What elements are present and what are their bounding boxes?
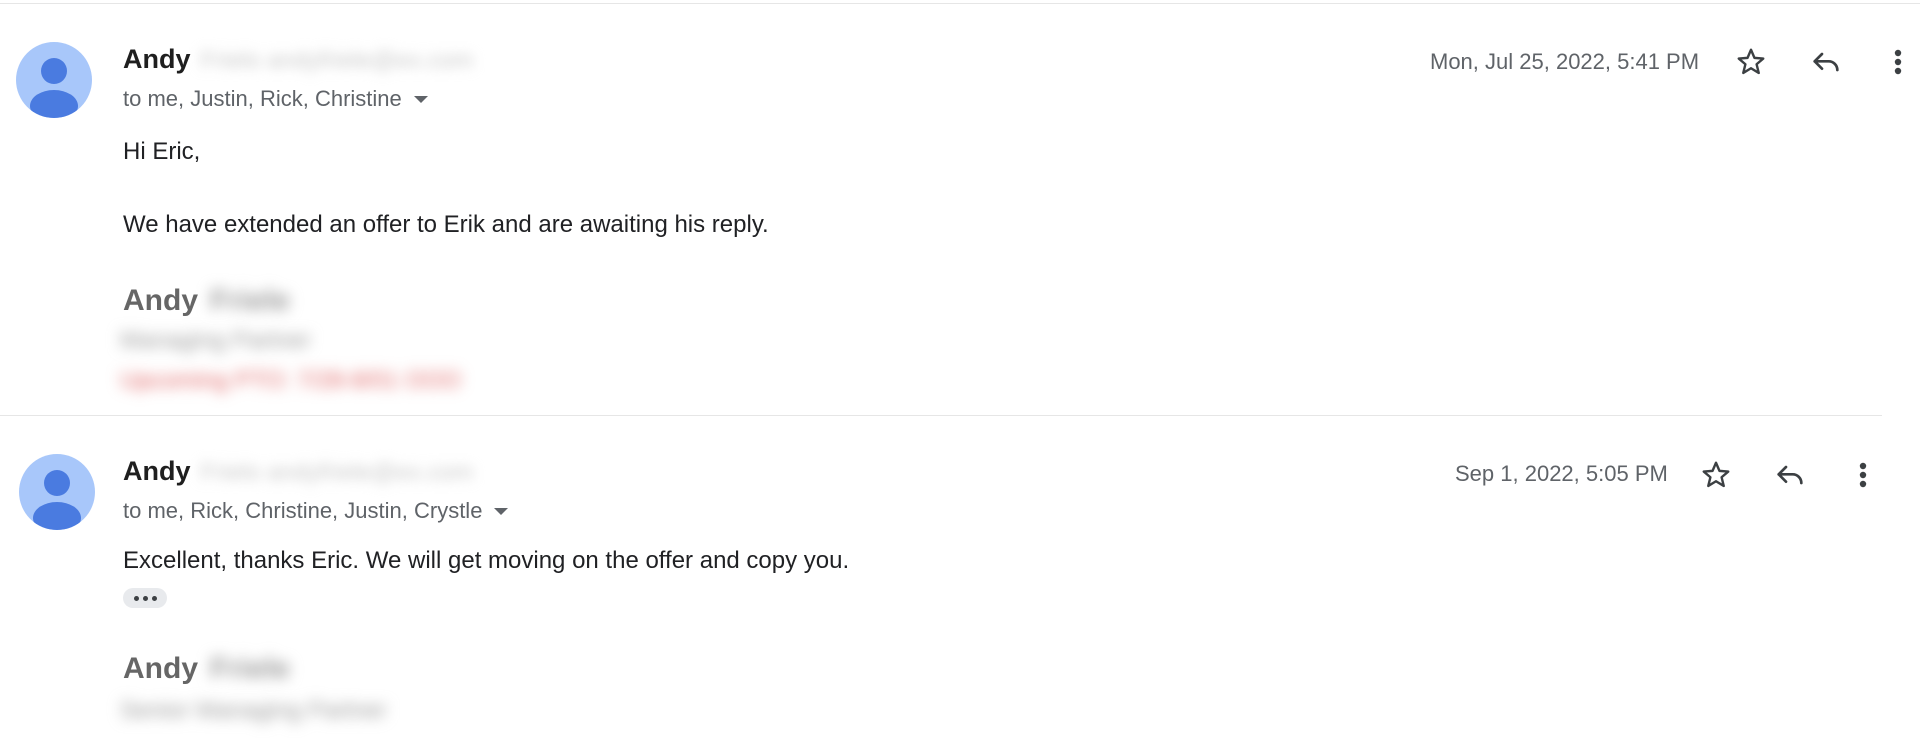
recipients-text: to me, Justin, Rick, Christine <box>123 86 402 111</box>
signature-first-name: Andy <box>123 652 198 685</box>
sender-email-redacted: Frielo andyfriele@ex.com <box>200 459 473 486</box>
email-message-1: Andy Frielo andyfriele@ex.com to me, Jus… <box>0 0 1920 416</box>
message-body-greeting: Hi Eric, <box>123 138 201 165</box>
sender[interactable]: Andy Frielo andyfriele@ex.com <box>123 44 473 75</box>
recipients-text: to me, Rick, Christine, Justin, Crystle <box>123 498 483 523</box>
star-icon[interactable] <box>1729 40 1773 84</box>
more-vert-icon[interactable] <box>1845 453 1881 497</box>
signature-first-name: Andy <box>123 284 198 317</box>
chevron-down-icon[interactable] <box>494 507 509 515</box>
message-timestamp: Mon, Jul 25, 2022, 5:41 PM <box>1430 49 1700 74</box>
sender[interactable]: Andy Frielo andyfriele@ex.com <box>123 456 473 487</box>
sender-email-redacted: Frielo andyfriele@ex.com <box>200 47 473 74</box>
signature-name: Andy Friele <box>123 284 290 318</box>
reply-icon[interactable] <box>1768 453 1812 497</box>
sender-name: Andy <box>123 456 191 486</box>
signature-pto-redacted: Upcoming PTO: 7/28-8/01 OOO <box>120 367 462 394</box>
person-avatar-icon[interactable] <box>16 42 92 118</box>
show-trimmed-content-icon[interactable] <box>123 588 167 608</box>
more-vert-icon[interactable] <box>1880 40 1916 84</box>
star-icon[interactable] <box>1694 453 1738 497</box>
message-body-text: We have extended an offer to Erik and ar… <box>123 211 769 238</box>
signature-last-name-redacted: Friele <box>210 652 291 685</box>
signature-name: Andy Friele <box>123 652 290 686</box>
signature-last-name-redacted: Friele <box>210 284 291 317</box>
recipients-line[interactable]: to me, Rick, Christine, Justin, Crystle <box>123 498 509 524</box>
email-message-2: Andy Frielo andyfriele@ex.com to me, Ric… <box>0 416 1920 754</box>
person-avatar-icon[interactable] <box>19 454 95 530</box>
message-timestamp: Sep 1, 2022, 5:05 PM <box>1455 461 1668 486</box>
chevron-down-icon[interactable] <box>413 95 428 103</box>
recipients-line[interactable]: to me, Justin, Rick, Christine <box>123 86 428 112</box>
reply-icon[interactable] <box>1804 40 1848 84</box>
signature-title-redacted: Managing Partner <box>120 327 311 354</box>
signature-title-redacted: Senior Managing Partner <box>120 697 387 724</box>
message-body-text: Excellent, thanks Eric. We will get movi… <box>123 547 850 574</box>
sender-name: Andy <box>123 44 191 74</box>
